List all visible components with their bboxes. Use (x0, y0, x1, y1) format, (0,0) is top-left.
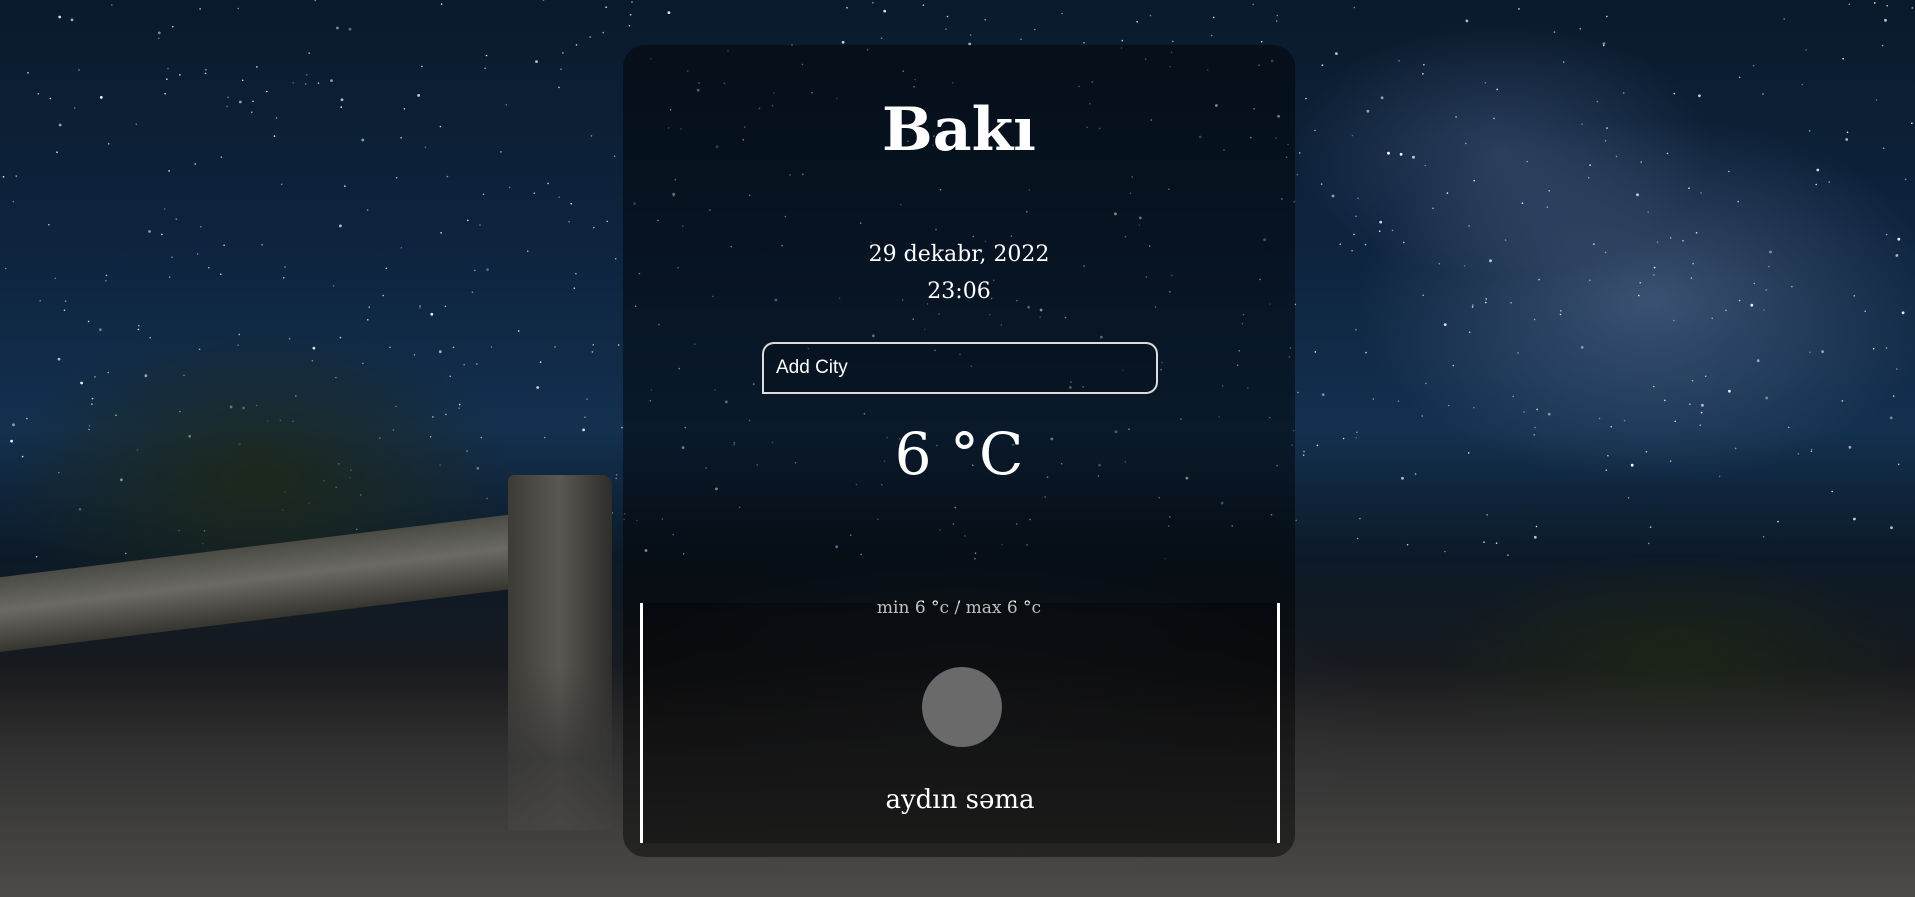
temperature-value: 6 °C (894, 420, 1024, 488)
background-scene: Bakı 29 dekabr, 2022 23:06 6 °C min 6 °c… (0, 0, 1915, 897)
add-city-input[interactable] (762, 342, 1158, 394)
weather-card: Bakı 29 dekabr, 2022 23:06 6 °C min 6 °c… (623, 45, 1295, 857)
current-date: 29 dekabr, 2022 (868, 242, 1050, 267)
current-time: 23:06 (927, 279, 991, 304)
clear-sky-moon-icon (922, 667, 1002, 747)
weather-description: aydın səma (885, 785, 1035, 815)
weather-condition-panel: aydın səma (640, 603, 1280, 843)
city-name: Bakı (882, 95, 1036, 165)
